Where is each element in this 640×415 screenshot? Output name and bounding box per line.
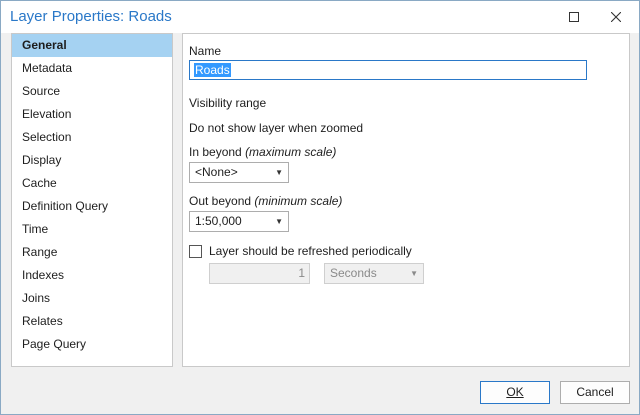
sidebar-item-selection[interactable]: Selection (12, 126, 172, 149)
in-beyond-hint: (maximum scale) (245, 145, 337, 159)
sidebar-item-definition-query[interactable]: Definition Query (12, 195, 172, 218)
refresh-unit-select[interactable]: Seconds ▼ (324, 263, 424, 284)
sidebar-item-time[interactable]: Time (12, 218, 172, 241)
close-icon (611, 12, 621, 22)
name-field[interactable]: Roads (189, 60, 587, 80)
maximize-icon (569, 12, 579, 22)
visibility-range-heading: Visibility range (189, 96, 267, 110)
in-beyond-value: <None> (195, 165, 238, 179)
refresh-interval-input[interactable]: 1 (209, 263, 310, 284)
refresh-checkbox[interactable] (189, 245, 202, 258)
in-beyond-select[interactable]: <None> ▼ (189, 162, 289, 183)
refresh-label: Layer should be refreshed periodically (209, 244, 412, 258)
sidebar-item-range[interactable]: Range (12, 241, 172, 264)
title-bar: Layer Properties: Roads (1, 1, 639, 33)
out-beyond-value: 1:50,000 (195, 214, 242, 228)
name-label: Name (189, 44, 222, 58)
layer-properties-dialog: Layer Properties: Roads General Metadata… (0, 0, 640, 415)
sidebar-item-indexes[interactable]: Indexes (12, 264, 172, 287)
sidebar-item-page-query[interactable]: Page Query (12, 333, 172, 356)
out-beyond-hint: (minimum scale) (254, 194, 343, 208)
out-beyond-label-text: Out beyond (189, 194, 252, 208)
chevron-down-icon: ▼ (275, 217, 283, 226)
out-beyond-select[interactable]: 1:50,000 ▼ (189, 211, 289, 232)
refresh-unit-value: Seconds (330, 266, 377, 280)
chevron-down-icon: ▼ (410, 269, 418, 278)
sidebar-item-display[interactable]: Display (12, 149, 172, 172)
sidebar-item-relates[interactable]: Relates (12, 310, 172, 333)
ok-button[interactable]: OK (480, 381, 550, 404)
sidebar-item-metadata[interactable]: Metadata (12, 57, 172, 80)
name-field-value: Roads (194, 63, 231, 77)
sidebar-item-joins[interactable]: Joins (12, 287, 172, 310)
sidebar-item-cache[interactable]: Cache (12, 172, 172, 195)
ok-button-label: OK (506, 385, 524, 399)
sidebar-item-source[interactable]: Source (12, 80, 172, 103)
in-beyond-label: In beyond (maximum scale) (189, 145, 336, 159)
sidebar-nav: General Metadata Source Elevation Select… (11, 33, 173, 367)
zoom-heading: Do not show layer when zoomed (189, 121, 364, 135)
cancel-button[interactable]: Cancel (560, 381, 630, 404)
dialog-title: Layer Properties: Roads (10, 8, 172, 25)
general-panel: Name Roads Visibility range Do not show … (182, 33, 630, 367)
sidebar-item-general[interactable]: General (12, 34, 172, 57)
sidebar-item-elevation[interactable]: Elevation (12, 103, 172, 126)
close-button[interactable] (593, 1, 639, 33)
maximize-button[interactable] (551, 1, 597, 33)
chevron-down-icon: ▼ (275, 168, 283, 177)
in-beyond-label-text: In beyond (189, 145, 242, 159)
out-beyond-label: Out beyond (minimum scale) (189, 194, 342, 208)
